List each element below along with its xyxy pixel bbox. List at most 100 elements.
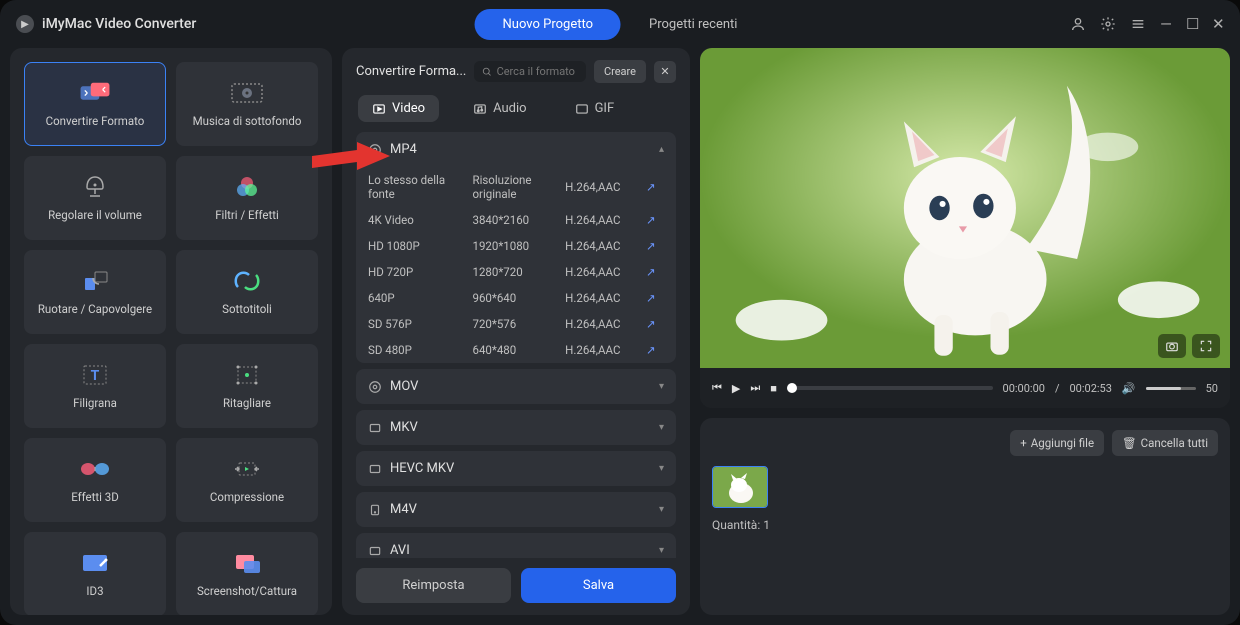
format-list: MP4 ▴ Lo stesso della fonteRisoluzione o… [356, 132, 676, 558]
edit-preset-icon[interactable]: ↗ [646, 180, 664, 194]
preset-row[interactable]: 4K Video3840*2160H.264,AAC↗ [356, 207, 676, 233]
preset-row[interactable]: HD 720P1280*720H.264,AAC↗ [356, 259, 676, 285]
preview-frame [700, 48, 1230, 368]
search-input[interactable] [497, 65, 578, 78]
group-header-m4v[interactable]: M4V▾ [356, 492, 676, 527]
project-tabs: Nuovo Progetto Progetti recenti [475, 9, 766, 40]
group-header-mp4[interactable]: MP4 ▴ [356, 132, 676, 167]
titlebar-left: ▶ iMyMac Video Converter [16, 15, 196, 33]
preset-name: SD 480P [368, 343, 466, 357]
tool-adjust-volume[interactable]: Regolare il volume [24, 156, 166, 240]
video-icon [372, 102, 386, 116]
chevron-down-icon: ▾ [659, 381, 664, 392]
group-header-mkv[interactable]: MKV▾ [356, 410, 676, 445]
create-button[interactable]: Creare [594, 60, 646, 83]
svg-text:T: T [91, 368, 100, 384]
rotate-icon [78, 267, 112, 295]
tool-label: Filtri / Effetti [211, 209, 283, 223]
user-icon[interactable] [1070, 16, 1086, 32]
tool-filters-effects[interactable]: Filtri / Effetti [176, 156, 318, 240]
search-format[interactable] [474, 61, 586, 82]
clear-all-button[interactable]: 🗑Cancella tutti [1112, 430, 1218, 456]
window-close[interactable]: ✕ [1212, 15, 1224, 33]
preset-name: HD 1080P [368, 239, 466, 253]
volume-icon[interactable]: 🔊 [1122, 382, 1136, 395]
tab-video[interactable]: Video [358, 95, 439, 122]
play-button[interactable]: ▶ [732, 382, 740, 395]
window-maximize[interactable]: ☐ [1186, 15, 1198, 33]
preset-codec: H.264,AAC [565, 239, 640, 253]
format-panel-footer: Reimposta Salva [356, 568, 676, 603]
progress-bar[interactable] [787, 386, 993, 390]
group-header-hevcmkv[interactable]: HEVC MKV▾ [356, 451, 676, 486]
file-list-panel: +Aggiungi file 🗑Cancella tutti Quantità:… [700, 418, 1230, 615]
watermark-icon: T [78, 361, 112, 389]
edit-preset-icon[interactable]: ↗ [646, 291, 664, 305]
edit-preset-icon[interactable]: ↗ [646, 317, 664, 331]
progress-handle[interactable] [787, 383, 797, 393]
preset-codec: H.264,AAC [565, 180, 640, 194]
tab-audio[interactable]: Audio [459, 95, 540, 122]
preset-codec: H.264,AAC [565, 291, 640, 305]
audio-icon [473, 102, 487, 116]
group-header-avi[interactable]: AVI▾ [356, 533, 676, 558]
volume-slider[interactable] [1146, 387, 1196, 390]
convert-icon [78, 79, 112, 107]
menu-icon[interactable] [1130, 16, 1146, 32]
gear-icon[interactable] [1100, 16, 1116, 32]
tab-gif[interactable]: GIF [561, 95, 629, 122]
preset-row[interactable]: 640P960*640H.264,AAC↗ [356, 285, 676, 311]
group-name: AVI [390, 543, 410, 558]
glasses-3d-icon [78, 455, 112, 483]
preset-codec: H.264,AAC [565, 265, 640, 279]
window-minimize[interactable]: — [1160, 15, 1172, 33]
tab-label: GIF [595, 101, 615, 116]
tool-rotate-flip[interactable]: Ruotare / Capovolgere [24, 250, 166, 334]
next-button[interactable]: ⏭ [750, 381, 760, 395]
prev-button[interactable]: ⏮ [712, 381, 722, 395]
stop-button[interactable]: ■ [770, 382, 777, 395]
preset-res: 3840*2160 [472, 213, 559, 227]
tab-new-project[interactable]: Nuovo Progetto [475, 9, 621, 40]
group-header-mov[interactable]: MOV ▾ [356, 369, 676, 404]
edit-preset-icon[interactable]: ↗ [646, 265, 664, 279]
volume-value: 50 [1206, 382, 1218, 395]
reset-button[interactable]: Reimposta [356, 568, 511, 603]
close-panel-button[interactable]: ✕ [654, 61, 676, 83]
preset-row[interactable]: HD 1080P1920*1080H.264,AAC↗ [356, 233, 676, 259]
tool-convert-format[interactable]: Convertire Formato [24, 62, 166, 146]
tool-label: Filigrana [69, 397, 121, 411]
player-controls: ⏮ ▶ ⏭ ■ 00:00:00 / 00:02:53 🔊 50 [700, 368, 1230, 408]
preset-row[interactable]: SD 480P640*480H.264,AAC↗ [356, 337, 676, 363]
edit-preset-icon[interactable]: ↗ [646, 239, 664, 253]
preview-overlay-buttons [1158, 334, 1220, 358]
tab-label: Video [392, 101, 425, 116]
save-button[interactable]: Salva [521, 568, 676, 603]
time-current: 00:00:00 [1003, 382, 1045, 395]
fullscreen-button[interactable] [1192, 334, 1220, 358]
tool-subtitles[interactable]: Sottotitoli [176, 250, 318, 334]
preset-row[interactable]: SD 576P720*576H.264,AAC↗ [356, 311, 676, 337]
add-file-button[interactable]: +Aggiungi file [1010, 430, 1104, 456]
format-icon [368, 380, 382, 394]
tab-recent-projects[interactable]: Progetti recenti [621, 9, 765, 40]
preset-row[interactable]: Lo stesso della fonteRisoluzione origina… [356, 167, 676, 207]
snapshot-button[interactable] [1158, 334, 1186, 358]
format-group-mp4: MP4 ▴ Lo stesso della fonteRisoluzione o… [356, 132, 676, 363]
preset-name: SD 576P [368, 317, 466, 331]
tool-background-music[interactable]: Musica di sottofondo [176, 62, 318, 146]
edit-preset-icon[interactable]: ↗ [646, 343, 664, 357]
edit-preset-icon[interactable]: ↗ [646, 213, 664, 227]
tool-compression[interactable]: Compressione [176, 438, 318, 522]
filters-icon [230, 173, 264, 201]
app-window: ▶ iMyMac Video Converter Nuovo Progetto … [0, 0, 1240, 625]
button-label: Cancella tutti [1141, 436, 1208, 450]
tool-screenshot-capture[interactable]: Screenshot/Cattura [176, 532, 318, 615]
file-thumbnail[interactable] [712, 466, 768, 508]
tool-3d-effects[interactable]: Effetti 3D [24, 438, 166, 522]
tool-crop[interactable]: Ritagliare [176, 344, 318, 428]
titlebar-right: — ☐ ✕ [1070, 15, 1224, 33]
tool-watermark[interactable]: T Filigrana [24, 344, 166, 428]
group-name: MOV [390, 379, 418, 394]
tool-id3[interactable]: ID3 [24, 532, 166, 615]
